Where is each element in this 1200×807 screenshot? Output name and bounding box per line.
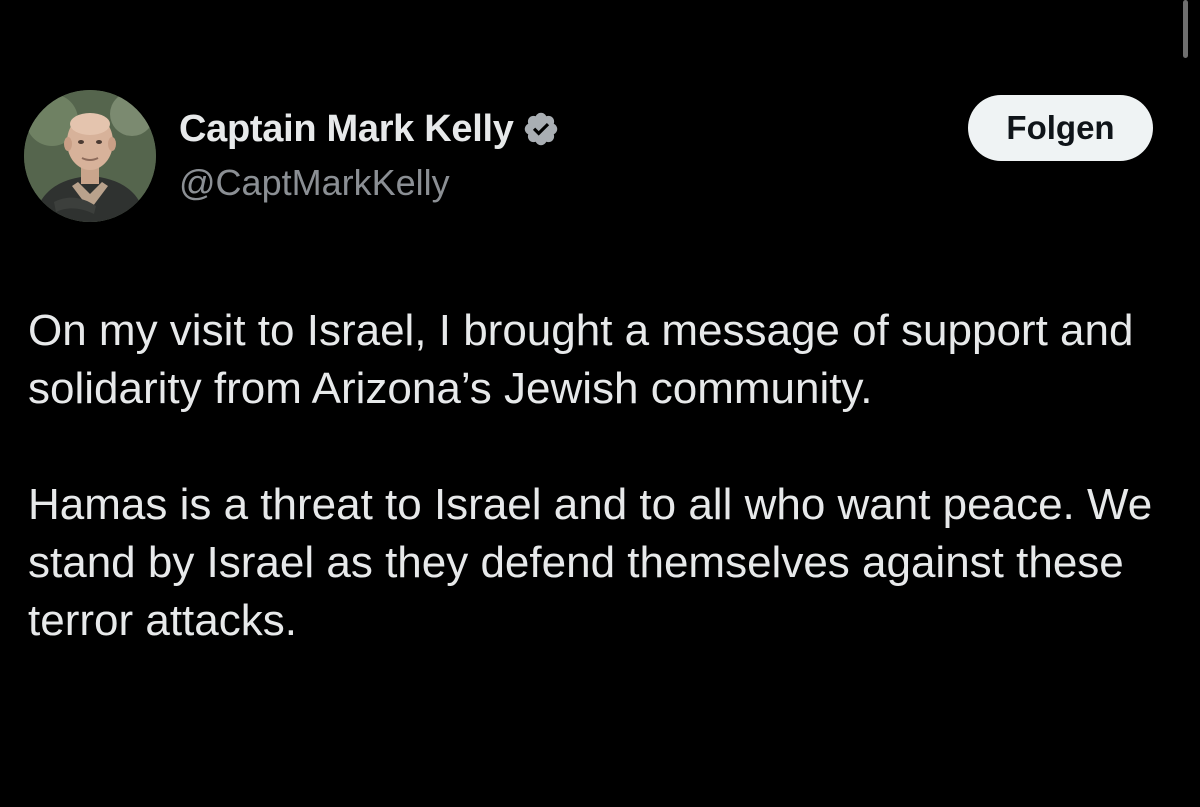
author-name-row: Captain Mark Kelly (179, 105, 560, 153)
tweet-paragraph: Hamas is a threat to Israel and to all w… (28, 480, 1153, 645)
follow-button[interactable]: Folgen (968, 95, 1153, 161)
tweet-card: Captain Mark Kelly @CaptMarkKelly Folgen… (0, 0, 1200, 807)
author-handle[interactable]: @CaptMarkKelly (179, 162, 450, 204)
author-display-name[interactable]: Captain Mark Kelly (179, 108, 514, 151)
avatar[interactable] (24, 90, 156, 222)
verified-badge-icon (524, 112, 557, 146)
tweet-body: On my visit to Israel, I brought a messa… (28, 302, 1158, 650)
tweet-paragraph: On my visit to Israel, I brought a messa… (28, 306, 1134, 413)
profile-photo-icon (24, 90, 156, 222)
